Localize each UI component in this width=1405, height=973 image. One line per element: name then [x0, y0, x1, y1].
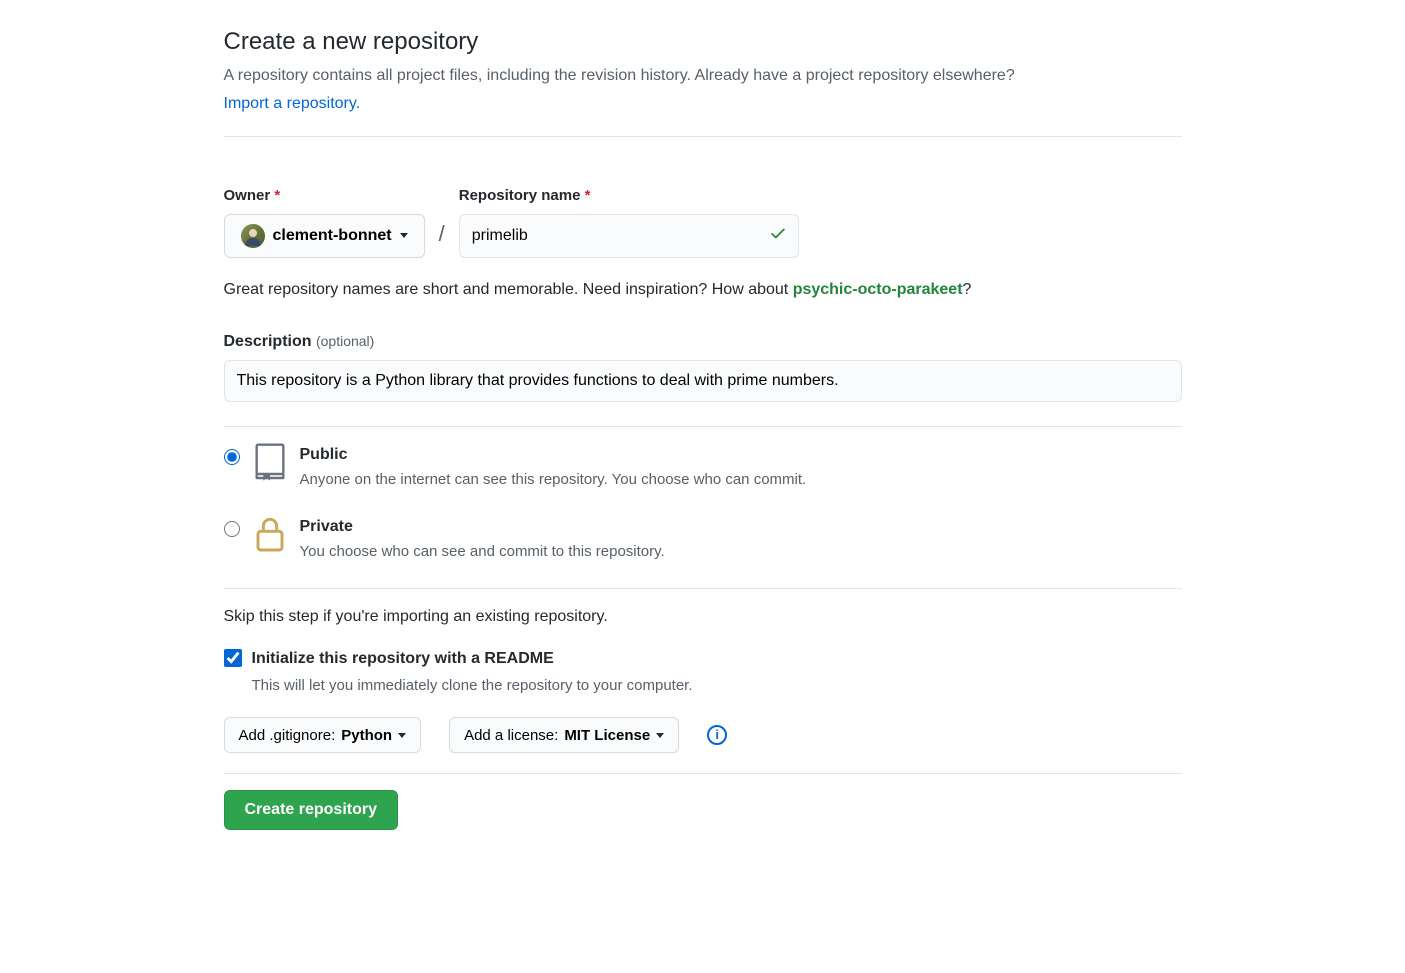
readme-desc: This will let you immediately clone the …: [252, 675, 1182, 698]
repo-name-input[interactable]: [459, 214, 799, 258]
readme-checkbox[interactable]: [224, 649, 242, 667]
divider: [224, 588, 1182, 589]
name-helper-text: Great repository names are short and mem…: [224, 278, 1182, 302]
public-radio[interactable]: [224, 449, 240, 465]
check-icon: [769, 224, 787, 248]
private-desc: You choose who can see and commit to thi…: [300, 541, 665, 564]
skip-text: Skip this step if you're importing an ex…: [224, 605, 1182, 629]
visibility-private-option[interactable]: Private You choose who can see and commi…: [224, 515, 1182, 564]
private-radio[interactable]: [224, 521, 240, 537]
owner-label: Owner *: [224, 185, 425, 208]
required-asterisk: *: [274, 187, 280, 204]
license-dropdown[interactable]: Add a license: MIT License: [449, 717, 679, 753]
divider: [224, 136, 1182, 137]
create-repository-button[interactable]: Create repository: [224, 790, 399, 830]
description-label: Description (optional): [224, 330, 1182, 354]
page-subtitle: A repository contains all project files,…: [224, 64, 1182, 88]
caret-down-icon: [400, 233, 408, 238]
page-title: Create a new repository: [224, 24, 1182, 60]
repo-icon: [254, 443, 286, 487]
lock-icon: [254, 515, 286, 559]
public-title: Public: [300, 443, 807, 467]
caret-down-icon: [398, 733, 406, 738]
repo-name-label: Repository name *: [459, 185, 799, 208]
owner-username: clement-bonnet: [273, 227, 392, 245]
info-icon[interactable]: i: [707, 725, 727, 745]
public-desc: Anyone on the internet can see this repo…: [300, 469, 807, 492]
caret-down-icon: [656, 733, 664, 738]
readme-label: Initialize this repository with a README: [252, 647, 554, 671]
avatar: [241, 224, 265, 248]
required-asterisk: *: [585, 187, 591, 204]
owner-dropdown[interactable]: clement-bonnet: [224, 214, 425, 258]
description-input[interactable]: [224, 360, 1182, 402]
name-suggestion[interactable]: psychic-octo-parakeet: [793, 281, 963, 298]
divider: [224, 426, 1182, 427]
gitignore-dropdown[interactable]: Add .gitignore: Python: [224, 717, 422, 753]
private-title: Private: [300, 515, 665, 539]
slash-separator: /: [437, 217, 447, 250]
divider: [224, 773, 1182, 774]
visibility-public-option[interactable]: Public Anyone on the internet can see th…: [224, 443, 1182, 492]
import-repository-link[interactable]: Import a repository.: [224, 95, 361, 112]
